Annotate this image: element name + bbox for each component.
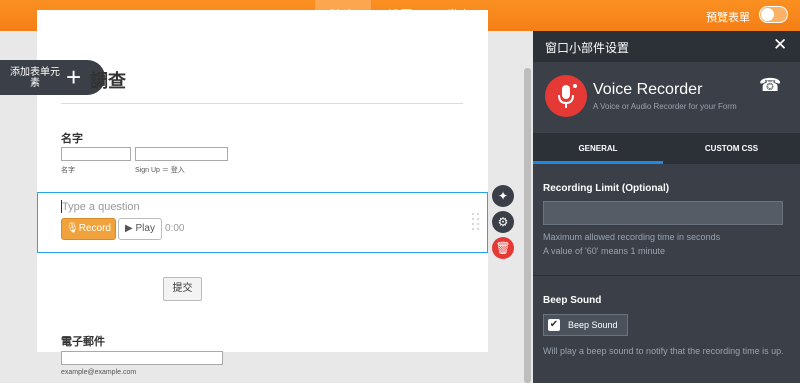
beep-sound-label: Beep Sound [568,320,618,330]
beep-sound-title: Beep Sound [543,295,602,306]
wand-icon[interactable]: ✦ [492,185,514,207]
trash-icon[interactable]: 🗑 [492,237,514,259]
toggle-knob [761,8,774,21]
widget-description: A Voice or Audio Recorder for your Form [593,102,737,111]
tab-custom-css[interactable]: CUSTOM CSS [663,133,800,164]
recording-limit-input[interactable] [543,201,783,225]
form-card [37,10,488,352]
beep-sound-checkbox[interactable]: ✔ Beep Sound [543,314,628,336]
beep-sound-hint: Will play a beep sound to notify that th… [543,346,784,356]
widget-name: Voice Recorder [593,81,703,98]
widget-settings-panel: 窗口小部件设置 ✕ Voice Recorder A Voice or Audi… [533,31,800,383]
plus-icon: + [66,62,82,92]
email-sublabel: example@example.com [61,369,137,376]
last-name-sublabel: Sign Up ＝ 登入 [135,167,185,174]
canvas-scrollbar[interactable] [524,68,531,383]
close-icon[interactable]: ✕ [773,35,787,55]
active-tab-indicator [533,161,663,164]
first-name-sublabel: 名字 [61,167,75,174]
recording-limit-example: A value of '60' means 1 minute [543,246,666,256]
last-name-input[interactable] [135,147,228,161]
tab-general[interactable]: GENERAL [533,133,663,164]
submit-button[interactable]: 提交 [163,277,202,301]
question-placeholder[interactable]: Type a question [62,201,140,213]
record-button[interactable]: 🎙Record [61,218,116,240]
name-field-label: 名字 [61,133,83,145]
play-label: Play [135,223,155,234]
recording-limit-hint: Maximum allowed recording time in second… [543,232,721,242]
microphone-icon: 🎙 [66,223,79,234]
panel-header: 窗口小部件设置 ✕ [533,31,800,62]
add-form-element-label: 添加表单元素 [10,67,60,89]
preview-form-label: 預覽表單 [706,12,750,24]
email-input[interactable] [61,351,223,365]
recording-timer: 0:00 [165,223,185,234]
settings-tabs: GENERAL CUSTOM CSS [533,133,800,164]
microphone-widget-icon [545,75,587,117]
recording-limit-title: Recording Limit (Optional) [543,183,670,194]
title-divider [61,103,463,104]
drag-handle-icon[interactable] [472,213,480,231]
record-label: Record [78,223,111,234]
panel-title: 窗口小部件设置 [545,41,630,55]
checkmark-icon: ✔ [548,319,560,331]
form-title[interactable]: 調查 [90,67,126,93]
phone-icon[interactable]: ☎ [759,75,781,96]
play-icon: ▶ [125,223,136,234]
preview-form-toggle[interactable] [759,6,788,23]
section-divider [533,275,800,276]
email-field-label: 電子郵件 [61,336,105,348]
gear-icon[interactable]: ⚙ [492,211,514,233]
play-button[interactable]: ▶ Play [118,218,162,240]
first-name-input[interactable] [61,147,131,161]
